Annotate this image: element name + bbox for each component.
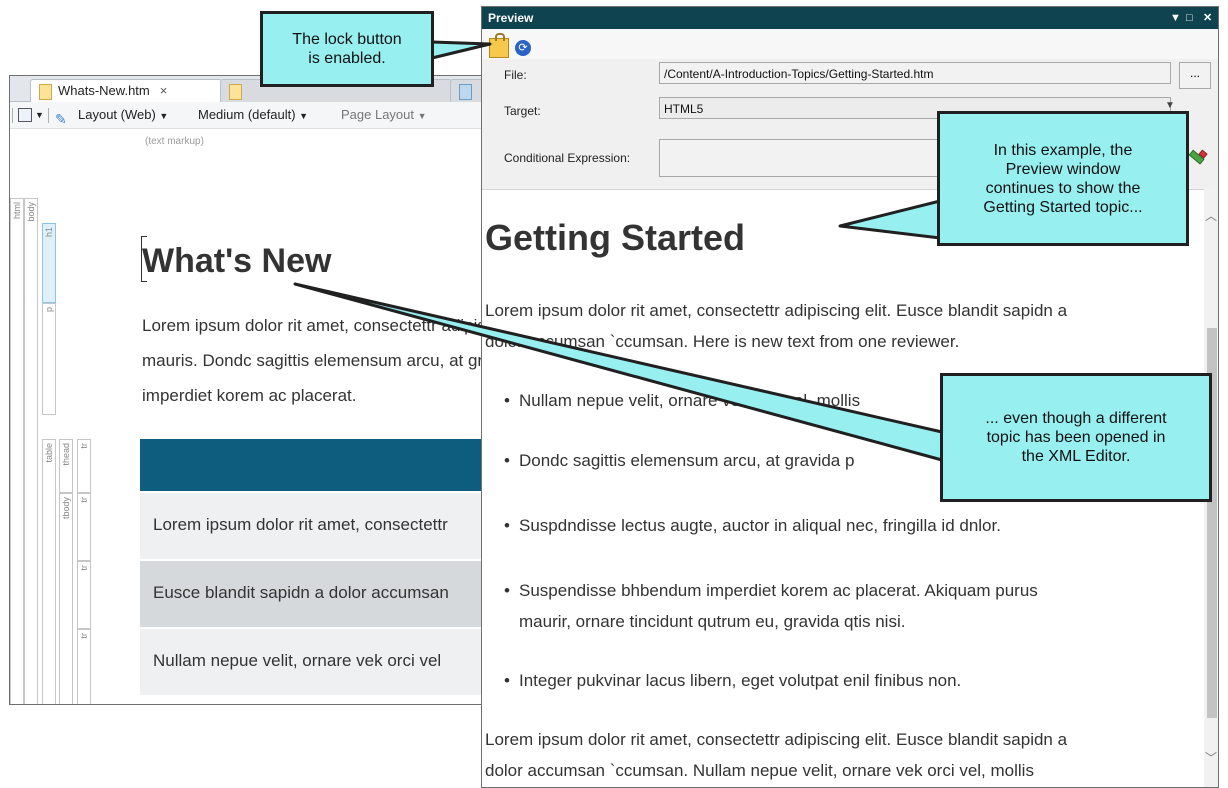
callout-text: The lock button (292, 31, 402, 48)
preview-toolbar: ⟳ (482, 29, 1218, 59)
structure-label: thead (61, 443, 71, 466)
structure-bar-html[interactable]: html (10, 198, 24, 704)
list-item: Nullam nepue velit, ornare vek orci vel,… (504, 385, 860, 416)
chevron-down-icon[interactable]: ▼ (1165, 100, 1175, 111)
structure-label: tr (79, 443, 89, 449)
list-item: Integer pukvinar lacus libern, eget volu… (504, 665, 961, 696)
layout-label: Layout (Web) (78, 107, 156, 122)
target-label: Target: (504, 104, 541, 118)
brush-icon[interactable] (1187, 146, 1209, 168)
structure-label: tr (79, 497, 89, 503)
callout-text: ... even though a different (985, 410, 1167, 427)
callout-text: In this example, the (993, 141, 1133, 159)
structure-bar-tbody[interactable]: tbody (59, 493, 73, 704)
lock-icon[interactable] (489, 33, 509, 58)
callout-text: Getting Started topic... (983, 198, 1143, 216)
structure-bar-p[interactable]: p (42, 303, 56, 415)
list-item-continuation: maurir, ornare tincidunt qutrum eu, grav… (519, 612, 906, 631)
preview-title-bar[interactable]: Preview ▼ □ ✕ (482, 7, 1218, 29)
paragraph-line[interactable]: Lorem ipsum dolor rit amet, consectettr … (142, 316, 490, 336)
paragraph-line: Lorem ipsum dolor rit amet, consectettr … (485, 730, 1068, 749)
scroll-down-icon[interactable]: ﹀ (1205, 749, 1217, 766)
file-label: File: (504, 68, 527, 82)
structure-label: html (12, 202, 22, 220)
table-row[interactable]: Eusce blandit sapidn a dolor accumsan (140, 561, 490, 627)
table-row[interactable]: Lorem ipsum dolor rit amet, consectettr (140, 493, 490, 559)
zoom-icon[interactable] (18, 108, 32, 122)
chevron-down-icon: ▼ (417, 111, 427, 121)
structure-bar-thead[interactable]: thead (59, 439, 73, 493)
toolbar-separator (48, 108, 49, 123)
table-cell: Lorem ipsum dolor rit amet, consectettr (153, 515, 448, 534)
browse-button[interactable]: ... (1179, 62, 1211, 89)
file-icon (39, 84, 52, 100)
page-layout-label: Page Layout (341, 107, 415, 122)
table-cell: Nullam nepue velit, ornare vek orci vel (153, 651, 442, 670)
chevron-down-icon: ▼ (159, 111, 169, 121)
preview-title: Preview (488, 11, 534, 25)
dropdown-icon[interactable]: ▼ (1170, 7, 1181, 29)
structure-bar-h1[interactable]: h1 (42, 223, 56, 303)
table-header-row[interactable] (140, 439, 490, 491)
structure-label: tr (79, 633, 89, 639)
chevron-down-icon[interactable]: ▼ (35, 102, 44, 128)
list-item: Suspdndisse lectus augte, auctor in aliq… (504, 510, 1001, 541)
structure-label: p (44, 307, 54, 313)
structure-bar-tr[interactable]: tr (77, 629, 91, 704)
structure-label: table (44, 443, 54, 463)
tab-whats-new[interactable]: Whats-New.htm × (30, 79, 222, 102)
callout-text: Preview window (1005, 160, 1121, 178)
paragraph-line: dolor accumsan `ccumsan. Here is new tex… (485, 332, 960, 351)
scroll-up-icon[interactable]: ︿ (1205, 207, 1217, 224)
paragraph-line[interactable]: mauris. Dondc sagittis elemensum arcu, a… (142, 351, 490, 371)
medium-label: Medium (default) (198, 107, 296, 122)
tab-label: Whats-New.htm (58, 83, 150, 98)
medium-dropdown[interactable]: Medium (default) ▼ (198, 102, 308, 129)
callout-text: continues to show the (985, 179, 1141, 197)
preview-heading: Getting Started (485, 217, 746, 258)
sync-icon[interactable]: ⟳ (515, 40, 531, 56)
paragraph-line[interactable]: imperdiet korem ac placerat. (142, 386, 356, 406)
preview-callout: In this example, the Preview window contin… (937, 111, 1189, 246)
file-icon (459, 84, 472, 100)
file-path-field[interactable]: /Content/A-Introduction-Topics/Getting-S… (659, 62, 1171, 84)
structure-bar-tr[interactable]: tr (77, 561, 91, 629)
callout-text: topic has been opened in (986, 429, 1166, 446)
text-markup-note: (text markup) (145, 136, 204, 147)
structure-bar-tr[interactable]: tr (77, 493, 91, 561)
maximize-icon[interactable]: □ (1186, 7, 1193, 29)
paragraph-line: Lorem ipsum dolor rit amet, consectettr … (485, 301, 1068, 320)
xml-editor-window: Whats-New.htm × ▼ ✎ Layout (Web) ▼ Medium… (9, 75, 491, 705)
close-icon[interactable]: × (160, 80, 168, 102)
editor-toolbar: ▼ ✎ Layout (Web) ▼ Medium (default) ▼ Pa… (10, 102, 490, 129)
table-row[interactable]: Nullam nepue velit, ornare vek orci vel (140, 629, 490, 695)
editor-callout: ... even though a different topic has bee… (940, 373, 1212, 502)
callout-text: is enabled. (308, 50, 386, 67)
toolbar-separator (12, 108, 13, 123)
structure-bar-body[interactable]: body (24, 198, 38, 704)
lock-callout: The lock button is enabled. (260, 11, 434, 87)
structure-bar-table[interactable]: table (42, 439, 56, 704)
structure-label: tr (79, 565, 89, 571)
close-icon[interactable]: ✕ (1203, 7, 1212, 29)
file-icon (229, 84, 242, 100)
structure-bar-tr[interactable]: tr (77, 439, 91, 493)
structure-label: h1 (44, 227, 54, 238)
table-cell: Eusce blandit sapidn a dolor accumsan (153, 583, 449, 602)
wand-icon[interactable]: ✎ (55, 106, 67, 132)
page-layout-dropdown[interactable]: Page Layout ▼ (341, 102, 427, 129)
layout-dropdown[interactable]: Layout (Web) ▼ (78, 102, 168, 129)
document-title[interactable]: What's New (142, 242, 331, 281)
structure-label: tbody (61, 497, 71, 520)
paragraph-line: dolor accumsan `ccumsan. Nullam nepue ve… (485, 761, 1034, 780)
list-item: Dondc sagittis elemensum arcu, at gravid… (504, 445, 854, 476)
list-item: Suspendisse bhbendum imperdiet korem ac … (504, 575, 1038, 606)
condition-label: Conditional Expression: (504, 151, 631, 165)
chevron-down-icon: ▼ (299, 111, 309, 121)
structure-label: body (26, 202, 36, 222)
callout-text: the XML Editor. (1021, 448, 1131, 465)
